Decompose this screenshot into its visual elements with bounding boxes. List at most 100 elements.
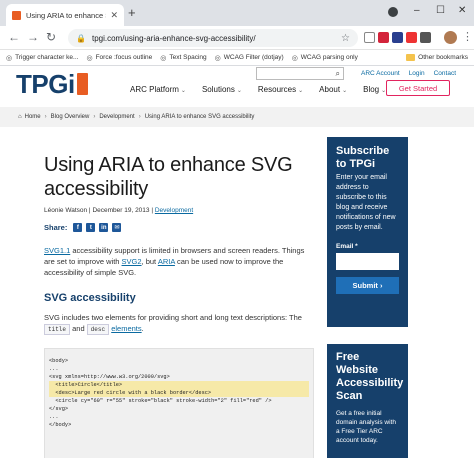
- maximize-icon[interactable]: ☐: [436, 5, 445, 17]
- code-line: </svg>: [49, 406, 69, 412]
- twitter-icon[interactable]: t: [86, 223, 96, 232]
- chevron-down-icon: ⌄: [342, 88, 348, 94]
- section-heading: SVG accessibility: [44, 292, 136, 304]
- chevron-down-icon: ⌄: [180, 88, 186, 94]
- code-line: <body>: [49, 358, 69, 364]
- category-link[interactable]: Development: [155, 207, 193, 214]
- url-text: tpgi.com/using-aria-enhance-svg-accessib…: [91, 33, 256, 43]
- breadcrumb: ⌂ Home › Blog Overview › Development › U…: [0, 107, 474, 127]
- chevron-right-icon: ›: [138, 114, 141, 120]
- breadcrumb-current: Using ARIA to enhance SVG accessibility: [144, 114, 255, 120]
- svg-accessibility-paragraph: SVG includes two elements for providing …: [44, 313, 302, 335]
- chrome-menu-icon[interactable]: ⋮: [462, 30, 473, 43]
- logo-wordmark: TPGi: [16, 69, 75, 99]
- code-line: <svg xmlns=http://www.w3.org/2000/svg>: [49, 374, 170, 380]
- subscribe-widget: Subscribe to TPGi Enter your email addre…: [327, 137, 408, 327]
- nav-about[interactable]: About ⌄: [319, 85, 347, 94]
- arc-account-link[interactable]: ARC Account: [361, 70, 400, 77]
- linkedin-icon[interactable]: in: [99, 223, 109, 232]
- breadcrumb-blog-overview[interactable]: Blog Overview: [51, 114, 90, 120]
- bookmark-star-icon[interactable]: ☆: [341, 33, 350, 44]
- minimize-icon[interactable]: –: [414, 5, 420, 17]
- forward-icon[interactable]: →: [27, 31, 39, 44]
- tab-search-icon[interactable]: [388, 7, 398, 17]
- chevron-right-icon: ›: [44, 114, 47, 120]
- email-icon[interactable]: ✉: [112, 223, 122, 232]
- extension-puzzle-icon[interactable]: [420, 32, 431, 43]
- bookmark-item[interactable]: ◎ Force :focus outline: [86, 54, 152, 62]
- extension-red-icon[interactable]: [406, 32, 417, 43]
- web-page: ⌕ ARC Account Login Contact TPGi ARC Pla…: [0, 67, 474, 458]
- extension-page-icon[interactable]: [364, 32, 375, 43]
- nav-blog[interactable]: Blog ⌄: [363, 85, 386, 94]
- globe-icon: ◎: [291, 54, 298, 62]
- share-row: Share: f t in ✉: [44, 223, 316, 232]
- facebook-icon[interactable]: f: [73, 223, 83, 232]
- bookmark-item[interactable]: ◎ WCAG Filter (dotjay): [215, 54, 284, 62]
- get-started-button[interactable]: Get Started: [386, 80, 450, 96]
- browser-tab[interactable]: Using ARIA to enhance SVG acc ✕: [6, 4, 124, 26]
- svg2-link[interactable]: SVG2: [122, 257, 142, 266]
- globe-icon: ◎: [214, 54, 221, 62]
- tpgi-logo[interactable]: TPGi: [16, 70, 88, 98]
- code-line-highlight: <title>Circle</title>: [49, 381, 309, 389]
- globe-icon: ◎: [86, 54, 93, 62]
- bookmark-item[interactable]: ◎ WCAG parsing only: [292, 54, 358, 62]
- folder-icon: [406, 54, 416, 61]
- free-scan-widget: Free Website Accessibility Scan Get a fr…: [327, 344, 408, 458]
- extension-mail-icon[interactable]: [392, 32, 403, 43]
- publish-date: December 19, 2013: [92, 207, 150, 214]
- contact-link[interactable]: Contact: [434, 70, 456, 77]
- code-title: title: [44, 324, 71, 335]
- home-icon: ⌂: [18, 114, 22, 120]
- breadcrumb-home[interactable]: Home: [25, 114, 41, 120]
- submit-button[interactable]: Submit ›: [336, 277, 399, 294]
- intro-paragraph: SVG1.1 accessibility support is limited …: [44, 246, 305, 277]
- article: Using ARIA to enhance SVG accessibility …: [44, 153, 316, 335]
- subscribe-heading: Subscribe to TPGi: [336, 145, 390, 170]
- address-bar[interactable]: 🔒 tpgi.com/using-aria-enhance-svg-access…: [68, 29, 358, 47]
- breadcrumb-development[interactable]: Development: [99, 114, 134, 120]
- chevron-right-icon: ›: [93, 114, 96, 120]
- globe-icon: ◎: [6, 54, 13, 62]
- aria-link[interactable]: ARIA: [158, 257, 175, 266]
- elements-link[interactable]: elements: [111, 324, 141, 333]
- code-line: <circle cy="60" r="55" stroke="black" st…: [49, 398, 272, 404]
- svg11-link[interactable]: SVG1.1: [44, 246, 70, 255]
- bookmark-item[interactable]: ◎ Text Spacing: [160, 54, 206, 62]
- site-search-input[interactable]: ⌕: [256, 67, 345, 80]
- chevron-down-icon: ⌄: [298, 88, 304, 94]
- profile-avatar[interactable]: [444, 31, 457, 44]
- logo-mark-icon: [76, 73, 88, 95]
- browser-toolbar: ← → ↻ 🔒 tpgi.com/using-aria-enhance-svg-…: [0, 26, 474, 50]
- tab-strip: Using ARIA to enhance SVG acc ✕ + – ☐ ✕: [0, 0, 474, 26]
- extension-heart-icon[interactable]: [378, 32, 389, 43]
- article-title: Using ARIA to enhance SVG accessibility: [44, 154, 293, 200]
- bookmark-item[interactable]: ◎ Trigger character ke...: [6, 54, 78, 62]
- free-scan-heading: Free Website Accessibility Scan: [336, 351, 404, 402]
- reload-icon[interactable]: ↻: [46, 31, 56, 44]
- other-bookmarks[interactable]: Other bookmarks: [406, 54, 468, 61]
- nav-solutions[interactable]: Solutions ⌄: [202, 85, 242, 94]
- share-label: Share:: [44, 223, 68, 232]
- code-desc: desc: [86, 324, 110, 335]
- globe-icon: ◎: [160, 54, 167, 62]
- nav-resources[interactable]: Resources ⌄: [258, 85, 303, 94]
- close-window-icon[interactable]: ✕: [458, 5, 466, 17]
- close-tab-icon[interactable]: ✕: [110, 10, 118, 21]
- code-line-highlight: <desc>Large red circle with a black bord…: [49, 389, 309, 397]
- new-tab-icon[interactable]: +: [128, 6, 136, 20]
- main-nav: ARC Platform ⌄ Solutions ⌄ Resources ⌄ Abou…: [130, 85, 402, 94]
- bookmarks-bar: ◎ Trigger character ke... ◎ Force :focus o…: [0, 50, 474, 66]
- nav-arc-platform[interactable]: ARC Platform ⌄: [130, 85, 186, 94]
- code-block: <body> ... <svg xmlns=http://www.w3.org/…: [44, 348, 314, 458]
- lock-icon[interactable]: 🔒: [76, 34, 86, 43]
- login-link[interactable]: Login: [409, 70, 425, 77]
- subscribe-text: Enter your email address to subscribe to…: [336, 174, 396, 231]
- search-icon[interactable]: ⌕: [336, 69, 340, 79]
- back-icon[interactable]: ←: [8, 31, 20, 44]
- email-label: Email *: [336, 243, 358, 250]
- email-field[interactable]: [336, 253, 399, 270]
- free-scan-text: Get a free initial domain analysis with …: [336, 410, 396, 444]
- tab-title: Using ARIA to enhance SVG acc: [26, 10, 106, 20]
